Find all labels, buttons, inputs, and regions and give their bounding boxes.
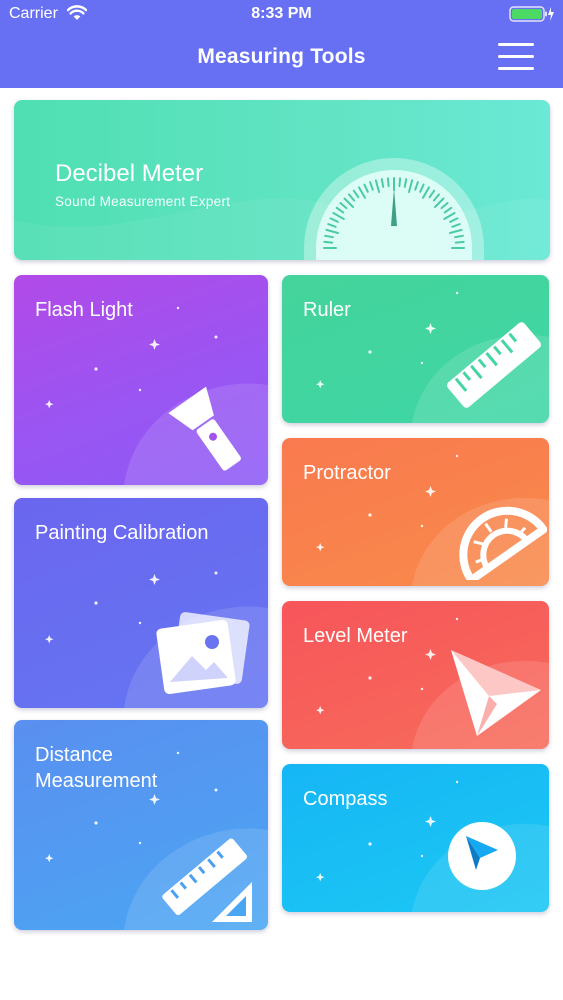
gauge-tick	[454, 234, 464, 239]
status-bar: Carrier 8:33 PM	[0, 0, 563, 28]
app-header: Carrier 8:33 PM Measuring Tools	[0, 0, 563, 88]
compass-title: Compass	[303, 788, 388, 810]
protractor-title: Protractor	[303, 462, 391, 484]
gauge-tick	[454, 240, 465, 244]
ruler-card[interactable]: Ruler	[282, 275, 549, 423]
gauge-tick	[380, 178, 385, 188]
level-meter-title: Level Meter	[303, 625, 408, 647]
gauge-tick	[324, 234, 334, 239]
page-title: Measuring Tools	[197, 45, 366, 68]
menu-icon-bar	[498, 67, 534, 70]
decibel-meter-card[interactable]: Decibel Meter Sound Measurement Expert	[14, 100, 550, 260]
protractor-icon	[459, 506, 547, 580]
status-time: 8:33 PM	[251, 5, 312, 22]
decibel-gauge-icon	[304, 158, 484, 260]
distance-measurement-card[interactable]: Distance Measurement	[14, 720, 268, 930]
gauge-tick	[398, 177, 402, 188]
flashlight-icon	[168, 386, 241, 471]
decibel-meter-subtitle: Sound Measurement Expert	[55, 194, 231, 209]
painting-calibration-title: Painting Calibration	[35, 522, 209, 544]
distance-measurement-title: Distance Measurement	[35, 744, 158, 792]
picture-icon	[156, 612, 250, 695]
decibel-meter-title: Decibel Meter	[55, 160, 204, 187]
gauge-tick	[323, 240, 334, 244]
paper-plane-icon	[451, 650, 541, 736]
battery-icon	[509, 6, 554, 22]
level-meter-card[interactable]: Level Meter	[282, 601, 549, 749]
compass-card[interactable]: Compass	[282, 764, 549, 912]
flash-light-title: Flash Light	[35, 299, 133, 321]
ruler-triangle-icon	[162, 838, 252, 922]
menu-icon	[498, 43, 534, 46]
painting-calibration-card[interactable]: Painting Calibration	[14, 498, 268, 708]
compass-icon	[448, 822, 516, 890]
menu-icon-bar	[498, 55, 534, 58]
menu-button[interactable]	[495, 40, 535, 72]
gauge-tick	[386, 177, 390, 188]
protractor-card[interactable]: Protractor	[282, 438, 549, 586]
gauge-tick	[403, 178, 408, 188]
ruler-title: Ruler	[303, 299, 351, 321]
flash-light-card[interactable]: Flash Light	[14, 275, 268, 485]
ruler-icon	[447, 322, 541, 408]
